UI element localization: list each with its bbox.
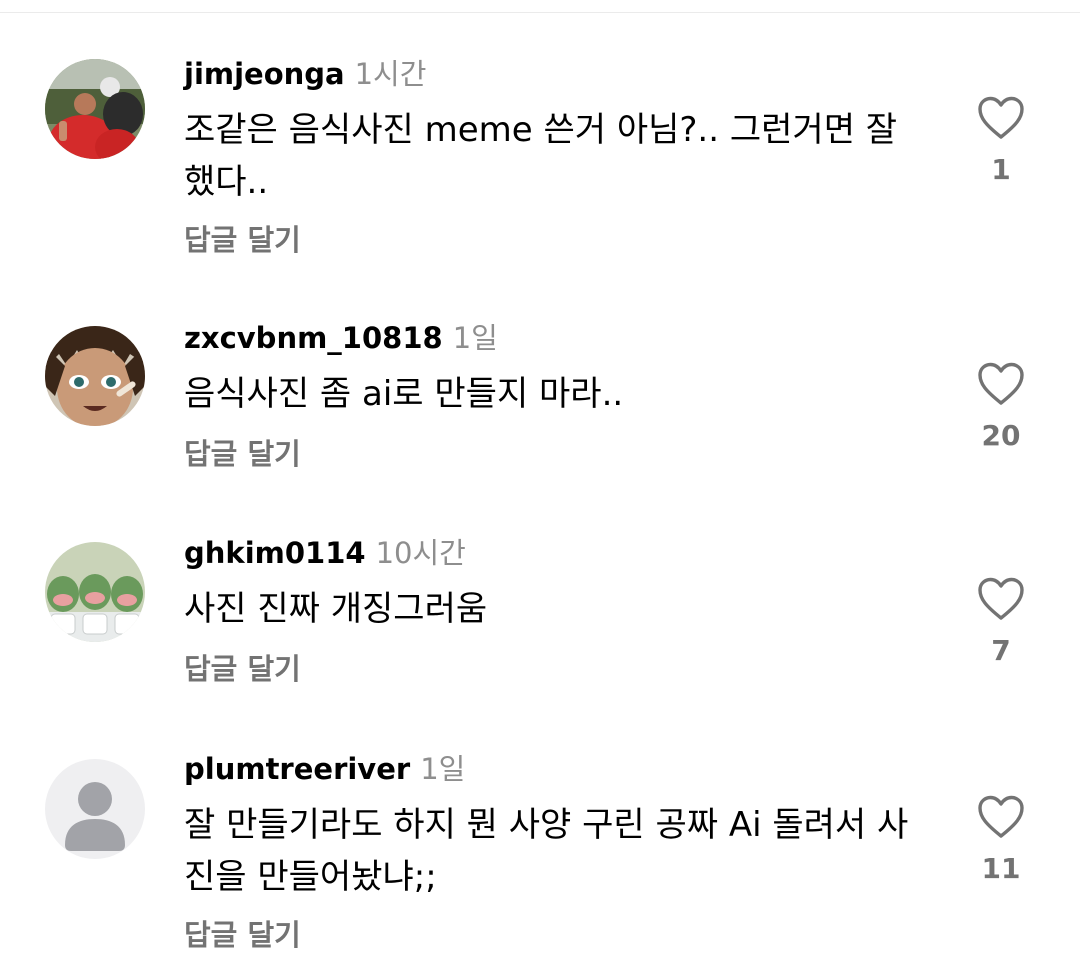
- comment-text: 사진 진짜 개징그러움: [184, 589, 488, 629]
- default-user-icon: [45, 759, 145, 859]
- frog-avatar-icon: [45, 542, 145, 642]
- comment-username[interactable]: plumtreeriver: [184, 752, 410, 786]
- reply-button[interactable]: 답글 달기: [184, 222, 301, 258]
- comment-time: 1시간: [354, 57, 427, 91]
- heart-icon: [978, 795, 1024, 838]
- heart-icon: [978, 577, 1024, 620]
- comment-text: 잘 만들기라도 하지 뭔 사양 구린 공짜 Ai 돌려서 사진을 만들어놨냐;;: [184, 805, 909, 897]
- like-count: 7: [991, 634, 1011, 667]
- user-avatar[interactable]: [45, 542, 145, 642]
- user-avatar[interactable]: [45, 759, 145, 859]
- comment-meta: ghkim0114 10시간: [184, 535, 466, 576]
- comment-text: 음식사진 좀 ai로 만들지 마라..: [184, 374, 624, 414]
- like-button[interactable]: 11: [972, 795, 1030, 885]
- comment-username[interactable]: zxcvbnm_10818: [184, 321, 443, 355]
- like-button[interactable]: 20: [972, 362, 1030, 452]
- comment-meta: plumtreeriver 1일: [184, 751, 465, 792]
- anime-avatar-icon: [45, 326, 145, 426]
- comment-meta: zxcvbnm_10818 1일: [184, 320, 498, 361]
- comment-time: 10시간: [375, 536, 466, 570]
- comment-time: 1일: [420, 752, 466, 786]
- photo-avatar-icon: [45, 59, 145, 159]
- heart-icon: [978, 362, 1024, 405]
- like-count: 1: [991, 153, 1011, 186]
- reply-button[interactable]: 답글 달기: [184, 651, 301, 687]
- comment-username[interactable]: jimjeonga: [184, 57, 345, 91]
- reply-button[interactable]: 답글 달기: [184, 436, 301, 472]
- heart-icon: [978, 96, 1024, 139]
- top-divider: [0, 12, 1080, 13]
- like-button[interactable]: 1: [972, 96, 1030, 186]
- user-avatar[interactable]: [45, 59, 145, 159]
- comment-time: 1일: [452, 321, 498, 355]
- user-avatar[interactable]: [45, 326, 145, 426]
- like-count: 20: [981, 419, 1021, 452]
- like-count: 11: [981, 852, 1021, 885]
- comment-meta: jimjeonga 1시간: [184, 56, 426, 97]
- comment-text: 조같은 음식사진 meme 쓴거 아님?.. 그런거면 잘했다..: [184, 110, 898, 202]
- comment-username[interactable]: ghkim0114: [184, 536, 366, 570]
- like-button[interactable]: 7: [972, 577, 1030, 667]
- reply-button[interactable]: 답글 달기: [184, 917, 301, 953]
